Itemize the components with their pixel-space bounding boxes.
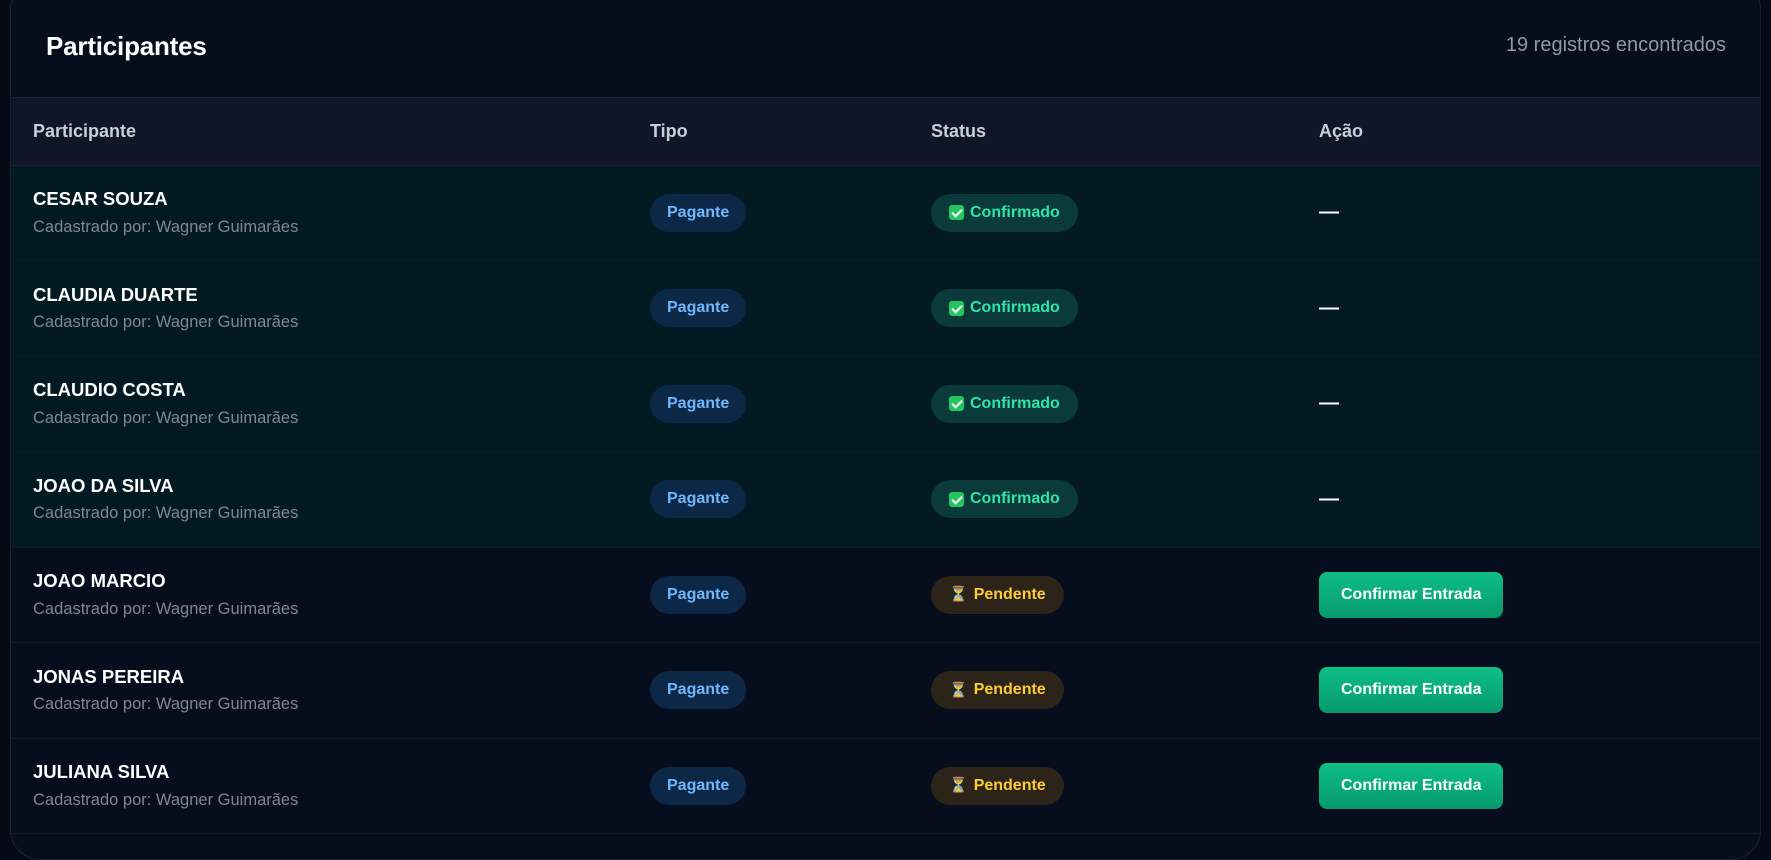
- column-header-status: Status: [931, 98, 1319, 166]
- status-badge: ⏳ Pendente: [931, 671, 1064, 710]
- table-row: JULIANA SILVA Cadastrado por: Wagner Guim…: [11, 738, 1760, 834]
- check-box-icon: [949, 300, 964, 316]
- action-cell: —: [1319, 452, 1760, 548]
- participant-cell: JOAO MARCIO Cadastrado por: Wagner Guimar…: [11, 547, 650, 643]
- confirm-entry-button[interactable]: Confirmar Entrada: [1319, 667, 1504, 714]
- registered-by-text: Cadastrado por: Wagner Guimarães: [33, 313, 299, 332]
- type-badge: Pagante: [650, 384, 747, 423]
- status-label: Confirmado: [970, 394, 1060, 412]
- action-cell: —: [1319, 165, 1760, 261]
- status-badge: Confirmado: [931, 289, 1078, 328]
- status-badge: ⏳ Pendente: [931, 766, 1064, 805]
- column-header-participant: Participante: [11, 98, 650, 166]
- participant-name: JONAS PEREIRA: [33, 665, 185, 687]
- card-header: Participantes 19 registros encontrados: [11, 0, 1760, 98]
- type-badge: Pagante: [650, 766, 747, 805]
- confirm-entry-button[interactable]: Confirmar Entrada: [1319, 762, 1504, 809]
- registered-by-text: Cadastrado por: Wagner Guimarães: [33, 599, 299, 618]
- check-box-icon: [949, 205, 964, 221]
- table-row: CLAUDIO COSTA Cadastrado por: Wagner Guim…: [11, 356, 1760, 452]
- type-cell: Pagante: [650, 356, 931, 452]
- status-badge: ⏳ Pendente: [931, 575, 1064, 614]
- status-badge: Confirmado: [931, 480, 1078, 519]
- check-box-icon: [949, 491, 964, 507]
- registered-by-text: Cadastrado por: Wagner Guimarães: [33, 408, 299, 427]
- type-cell: Pagante: [650, 452, 931, 548]
- confirm-entry-button[interactable]: Confirmar Entrada: [1319, 571, 1504, 618]
- no-action-dash: —: [1319, 296, 1339, 319]
- status-label: Pendente: [973, 585, 1046, 603]
- column-header-action: Ação: [1319, 98, 1760, 166]
- participant-name: CESAR SOUZA: [33, 188, 168, 210]
- status-cell: ⏳ Pendente: [931, 738, 1319, 834]
- action-cell: Confirmar Entrada: [1319, 547, 1760, 643]
- participant-cell: JOAO DA SILVA Cadastrado por: Wagner Guim…: [11, 452, 650, 548]
- participant-cell: CLAUDIO COSTA Cadastrado por: Wagner Guim…: [11, 356, 650, 452]
- status-label: Confirmado: [970, 299, 1060, 317]
- table-row: JOAO MARCIO Cadastrado por: Wagner Guimar…: [11, 547, 1760, 643]
- no-action-dash: —: [1319, 201, 1339, 224]
- type-cell: Pagante: [650, 643, 931, 739]
- type-cell: Pagante: [650, 547, 931, 643]
- participant-name: JOAO MARCIO: [33, 570, 166, 592]
- registered-by-text: Cadastrado por: Wagner Guimarães: [33, 695, 299, 714]
- registered-by-text: Cadastrado por: Wagner Guimarães: [33, 217, 299, 236]
- type-badge: Pagante: [650, 671, 747, 710]
- status-cell: Confirmado: [931, 165, 1319, 261]
- status-cell: ⏳ Pendente: [931, 547, 1319, 643]
- status-label: Pendente: [973, 776, 1046, 794]
- hourglass-icon: ⏳: [949, 586, 968, 604]
- status-label: Confirmado: [970, 203, 1060, 221]
- hourglass-icon: ⏳: [949, 777, 968, 795]
- column-header-type: Tipo: [650, 98, 931, 166]
- record-count: 19 registros encontrados: [1505, 34, 1726, 56]
- participant-cell: CLAUDIA DUARTE Cadastrado por: Wagner Gui…: [11, 261, 650, 357]
- no-action-dash: —: [1319, 487, 1339, 510]
- no-action-dash: —: [1319, 392, 1339, 415]
- participants-card: Participantes 19 registros encontrados P…: [10, 0, 1761, 860]
- status-badge: Confirmado: [931, 193, 1078, 232]
- status-cell: Confirmado: [931, 356, 1319, 452]
- status-label: Confirmado: [970, 490, 1060, 508]
- action-cell: —: [1319, 261, 1760, 357]
- status-label: Pendente: [973, 681, 1046, 699]
- table-header: Participante Tipo Status Ação: [11, 98, 1760, 166]
- status-badge: Confirmado: [931, 384, 1078, 423]
- participants-table: Participante Tipo Status Ação CESAR SOUZ…: [11, 98, 1760, 834]
- table-row: JONAS PEREIRA Cadastrado por: Wagner Guim…: [11, 642, 1760, 739]
- participant-name: CLAUDIO COSTA: [33, 379, 186, 401]
- status-cell: Confirmado: [931, 261, 1319, 357]
- participant-cell: JONAS PEREIRA Cadastrado por: Wagner Guim…: [11, 643, 650, 739]
- page-title: Participantes: [46, 31, 207, 61]
- type-badge: Pagante: [650, 289, 747, 328]
- table-row: CLAUDIA DUARTE Cadastrado por: Wagner Gui…: [11, 260, 1760, 357]
- table-body: CESAR SOUZA Cadastrado por: Wagner Guimar…: [11, 165, 1760, 834]
- hourglass-icon: ⏳: [949, 681, 968, 699]
- status-cell: Confirmado: [931, 452, 1319, 548]
- participant-name: CLAUDIA DUARTE: [33, 283, 198, 305]
- action-cell: —: [1319, 356, 1760, 452]
- action-cell: Confirmar Entrada: [1319, 738, 1760, 834]
- table-row: JOAO DA SILVA Cadastrado por: Wagner Guim…: [11, 451, 1760, 548]
- participant-cell: JULIANA SILVA Cadastrado por: Wagner Guim…: [11, 738, 650, 834]
- status-cell: ⏳ Pendente: [931, 643, 1319, 739]
- participant-cell: CESAR SOUZA Cadastrado por: Wagner Guimar…: [11, 165, 650, 261]
- type-cell: Pagante: [650, 261, 931, 357]
- registered-by-text: Cadastrado por: Wagner Guimarães: [33, 504, 299, 523]
- type-cell: Pagante: [650, 165, 931, 261]
- check-box-icon: [949, 396, 964, 412]
- registered-by-text: Cadastrado por: Wagner Guimarães: [33, 790, 299, 809]
- type-cell: Pagante: [650, 738, 931, 834]
- type-badge: Pagante: [650, 575, 747, 614]
- participant-name: JULIANA SILVA: [33, 761, 170, 783]
- table-row: CESAR SOUZA Cadastrado por: Wagner Guimar…: [11, 165, 1760, 261]
- action-cell: Confirmar Entrada: [1319, 643, 1760, 739]
- participant-name: JOAO DA SILVA: [33, 474, 174, 496]
- type-badge: Pagante: [650, 193, 747, 232]
- type-badge: Pagante: [650, 480, 747, 519]
